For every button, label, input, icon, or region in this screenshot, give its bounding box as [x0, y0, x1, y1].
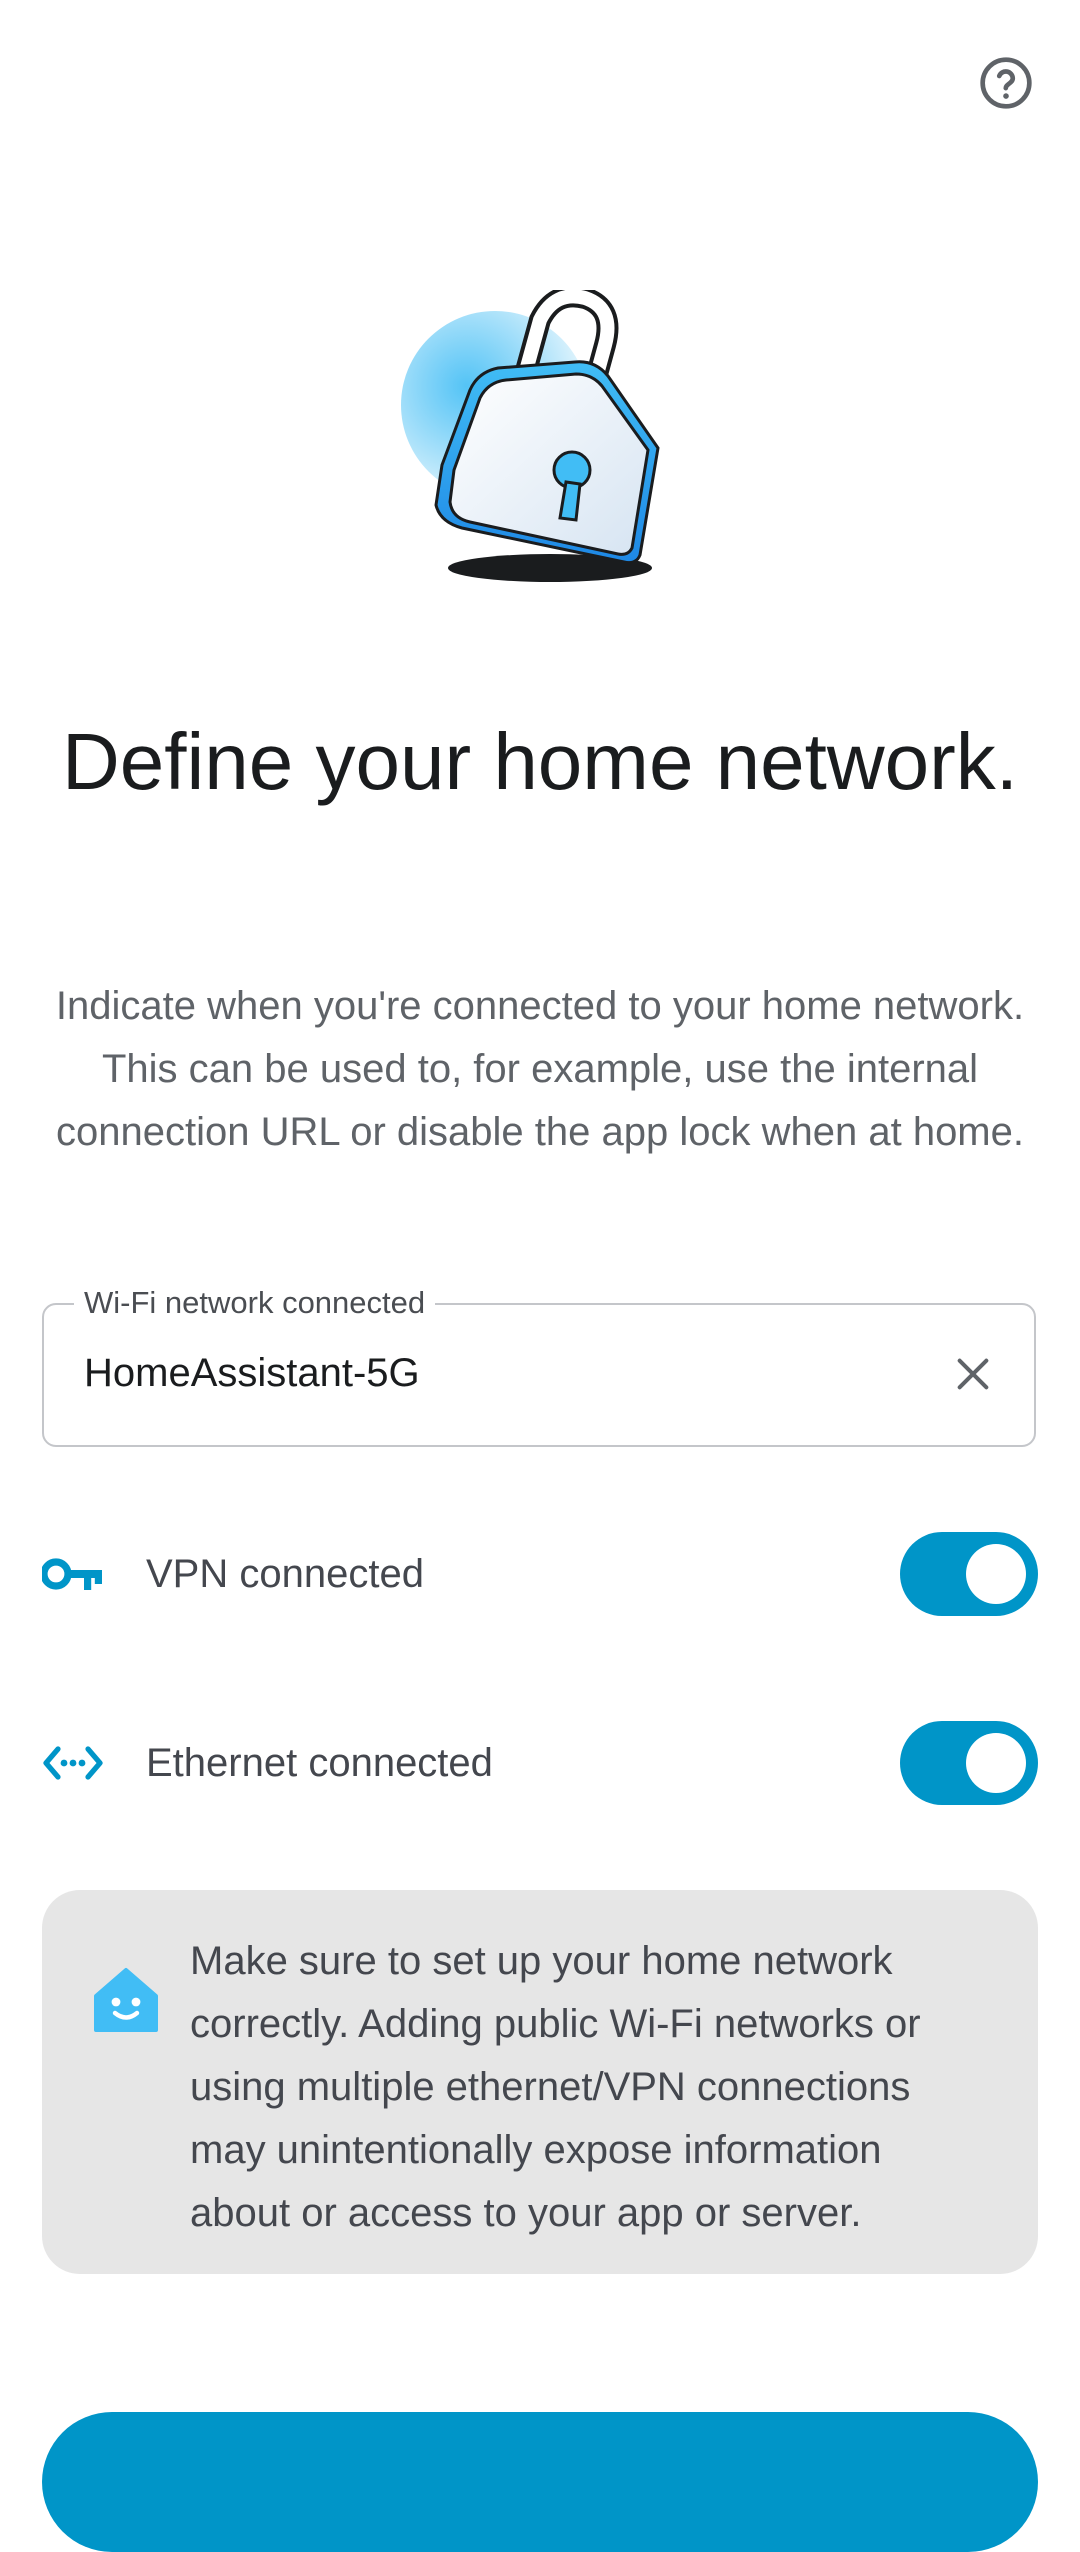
clear-wifi-button[interactable] — [940, 1341, 1006, 1407]
ethernet-label: Ethernet connected — [146, 1740, 493, 1785]
key-icon — [42, 1543, 104, 1605]
help-button[interactable] — [978, 55, 1034, 111]
vpn-toggle[interactable] — [900, 1532, 1038, 1616]
vpn-row: VPN connected — [42, 1529, 1038, 1619]
warning-notice-card: Make sure to set up your home network co… — [42, 1890, 1038, 2274]
vpn-toggle-knob — [966, 1544, 1026, 1604]
page-description: Indicate when you're connected to your h… — [55, 984, 1025, 1154]
continue-button[interactable] — [42, 2412, 1038, 2552]
ethernet-toggle[interactable] — [900, 1721, 1038, 1805]
notice-text: Make sure to set up your home network co… — [190, 1939, 921, 2235]
wifi-field-label: Wi-Fi network connected — [74, 1285, 436, 1321]
vpn-label: VPN connected — [146, 1551, 424, 1596]
home-assistant-icon — [94, 1968, 158, 2032]
wifi-network-field[interactable]: Wi-Fi network connected — [42, 1285, 1036, 1447]
help-circle-icon — [980, 57, 1032, 109]
page-title: Define your home network. — [61, 717, 1018, 806]
wifi-network-input[interactable] — [84, 1333, 904, 1413]
ethernet-row: Ethernet connected — [42, 1718, 1038, 1808]
close-icon — [957, 1358, 989, 1390]
padlock-illustration — [401, 290, 660, 582]
ethernet-toggle-knob — [966, 1733, 1026, 1793]
ethernet-icon — [42, 1732, 104, 1794]
